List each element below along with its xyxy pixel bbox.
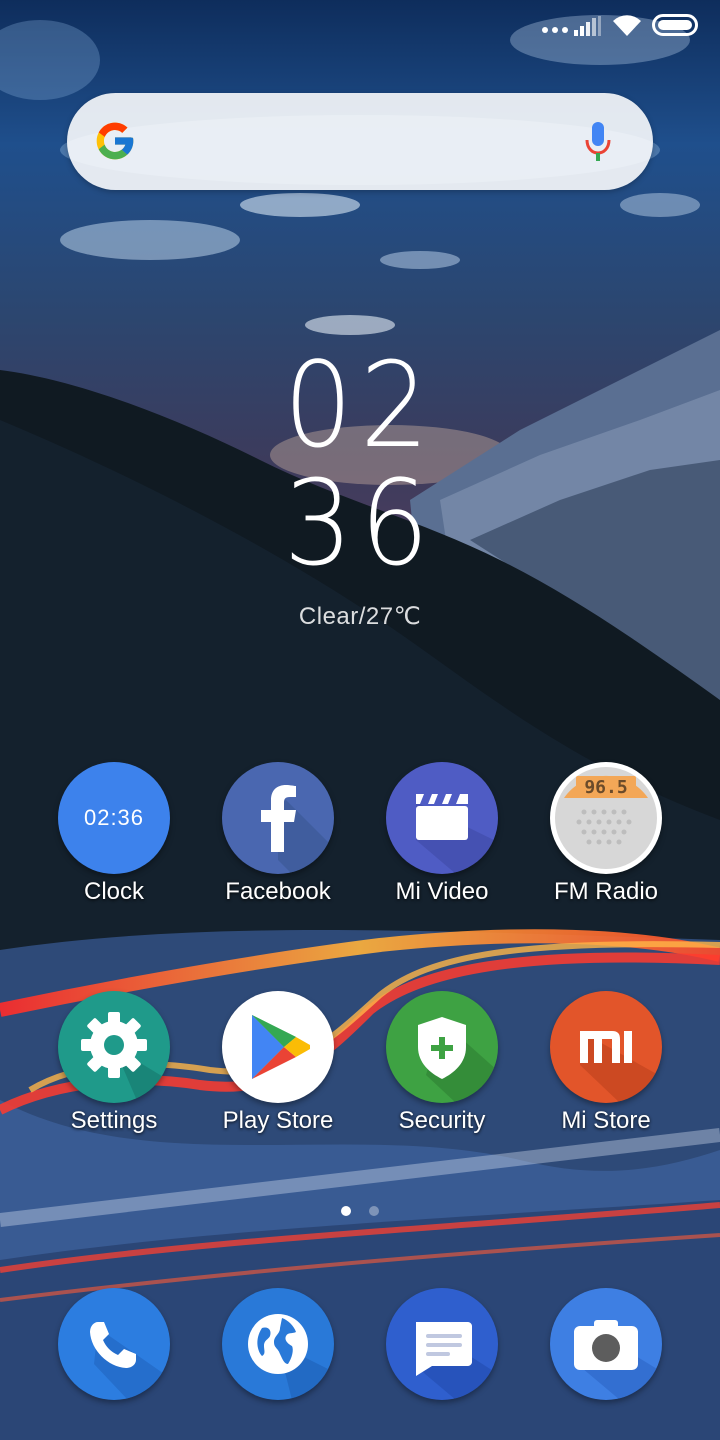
camera-icon[interactable]	[550, 1288, 662, 1400]
mic-icon[interactable]	[583, 120, 613, 164]
app-label: Facebook	[225, 878, 331, 905]
google-logo[interactable]	[93, 119, 137, 163]
message-icon[interactable]	[386, 1288, 498, 1400]
app-fm-radio[interactable]: 96.5 FM Radio	[524, 762, 688, 906]
app-label: Clock	[83, 878, 144, 905]
app-mi-video[interactable]: Mi Video	[360, 762, 524, 906]
app-label: Mi Store	[561, 1107, 651, 1134]
clock-hours[interactable]: 02	[29, 346, 691, 464]
app-security[interactable]: Security	[360, 991, 524, 1135]
battery-icon	[652, 14, 698, 36]
phone-icon[interactable]	[58, 1288, 170, 1400]
radio-frequency: 96.5	[584, 777, 627, 798]
wifi-icon	[613, 15, 641, 37]
app-mi-store[interactable]: Mi Store	[524, 991, 688, 1135]
app-label: Settings	[70, 1107, 158, 1134]
clock-minutes[interactable]: 36	[29, 464, 691, 582]
globe-icon[interactable]	[222, 1288, 334, 1400]
search-bar[interactable]	[67, 93, 653, 190]
clock-icon[interactable]: 02:36	[58, 762, 170, 874]
gear-icon[interactable]	[58, 991, 170, 1103]
facebook-icon[interactable]	[222, 762, 334, 874]
status-bar	[0, 0, 720, 52]
app-clock[interactable]: 02:36 Clock	[32, 762, 196, 906]
page-indicator	[0, 1206, 720, 1216]
more-dots-icon	[542, 27, 568, 33]
shield-plus-icon[interactable]	[386, 991, 498, 1103]
play-store-icon[interactable]	[222, 991, 334, 1103]
weather-text[interactable]: Clear/27℃	[0, 602, 720, 631]
clock-icon-time: 02:36	[83, 805, 145, 830]
app-label: Security	[398, 1107, 486, 1134]
signal-icon	[574, 16, 601, 36]
wallpaper	[0, 0, 720, 1440]
app-label: FM Radio	[553, 878, 659, 905]
wallpaper-scene	[0, 15, 720, 1440]
app-label: Mi Video	[395, 878, 489, 905]
app-label: Play Store	[222, 1107, 334, 1134]
page-dot-active	[341, 1206, 351, 1216]
radio-icon[interactable]: 96.5	[550, 762, 662, 874]
clock-widget[interactable]: 02 36 Clear/27℃	[0, 346, 720, 631]
app-settings[interactable]: Settings	[32, 991, 196, 1135]
mi-logo-icon[interactable]	[550, 991, 662, 1103]
app-facebook[interactable]: Facebook	[196, 762, 360, 906]
clapperboard-icon[interactable]	[386, 762, 498, 874]
app-play-store[interactable]: Play Store	[196, 991, 360, 1135]
page-dot	[369, 1206, 379, 1216]
